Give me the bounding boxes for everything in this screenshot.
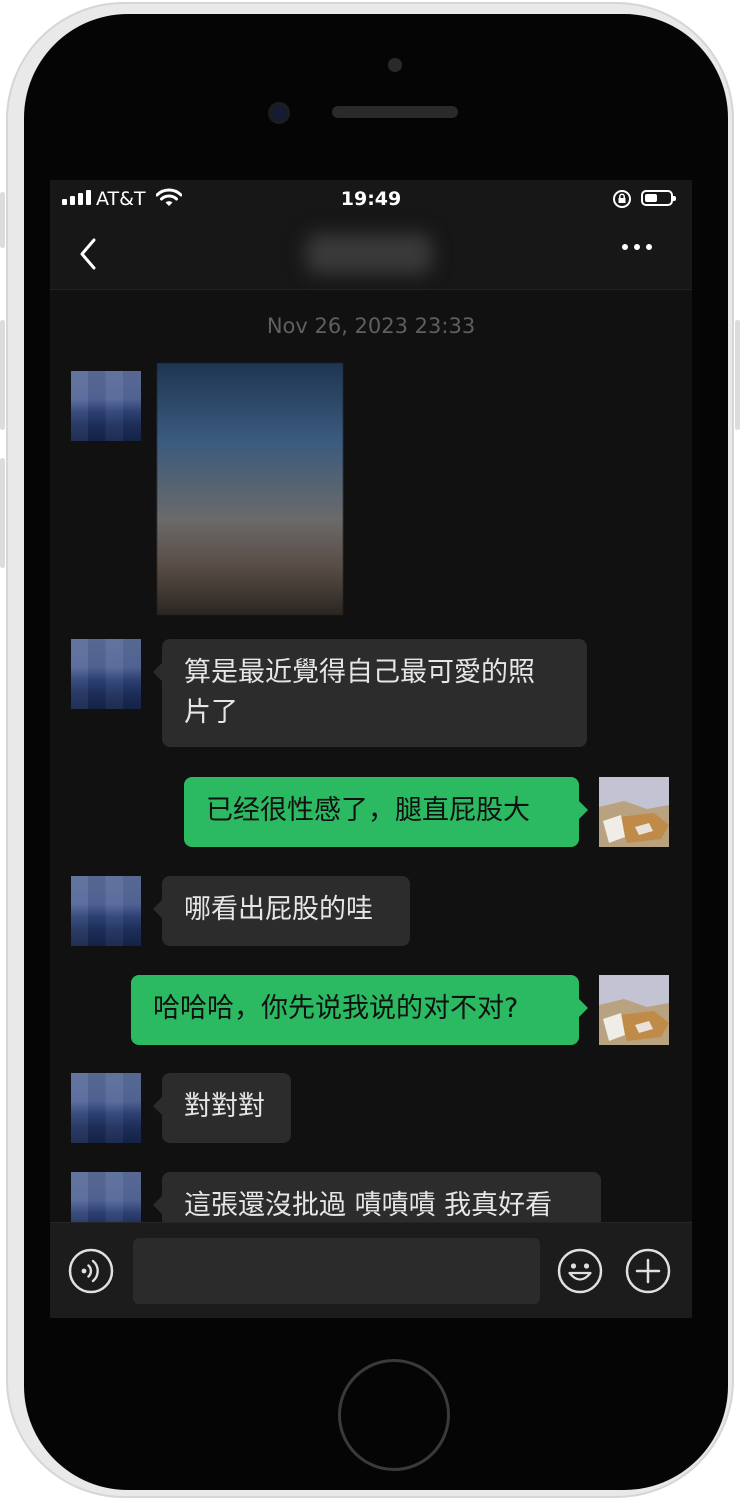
sent-message[interactable]: 已经很性感了，腿直屁股大 [184,777,579,847]
message-timestamp: Nov 26, 2023 23:33 [266,314,476,338]
status-bar: AT&T 19:49 [50,180,692,218]
message-list[interactable]: Nov 26, 2023 23:33 算是最近覺得自己最可愛的照 片了 已经很性… [50,290,692,1222]
sent-message[interactable]: 哈哈哈，你先说我说的对不对? [131,975,579,1045]
chevron-left-icon [80,238,96,270]
side-button-volume-down [0,458,5,568]
contact-name-blurred [306,234,432,274]
emoji-icon [557,1248,603,1294]
emoji-button[interactable] [557,1248,603,1294]
received-message[interactable]: 這張還沒批過 嘖嘖嘖 我真好看 [162,1172,601,1222]
back-button[interactable] [74,236,104,272]
bubble-tail [579,801,588,819]
side-button-volume-up [0,320,5,430]
proximity-sensor [388,58,402,72]
bubble-tail [153,663,162,681]
received-message[interactable]: 算是最近覺得自己最可愛的照 片了 [162,639,587,747]
more-dots-icon [622,244,628,250]
contact-avatar[interactable] [71,371,141,441]
side-button-power [735,320,740,430]
photo-message[interactable] [157,363,343,615]
side-button-mute [0,192,5,248]
more-button[interactable] [622,244,652,250]
message-input[interactable] [133,1238,540,1304]
home-button[interactable] [338,1359,450,1471]
earpiece-speaker [332,106,458,118]
nav-bar [50,218,692,290]
my-avatar[interactable] [599,777,669,847]
received-message[interactable]: 哪看出屁股的哇 [162,876,410,946]
plus-button[interactable] [625,1248,671,1294]
voice-icon [68,1248,114,1294]
contact-avatar[interactable] [71,639,141,709]
front-camera [268,102,290,124]
voice-button[interactable] [68,1248,114,1294]
plus-icon [625,1248,671,1294]
my-avatar[interactable] [599,975,669,1045]
bubble-tail [153,900,162,918]
status-time: 19:49 [340,188,402,210]
bubble-tail [579,999,588,1017]
bubble-tail [153,1097,162,1115]
contact-avatar[interactable] [71,1073,141,1143]
input-bar [50,1222,692,1318]
bubble-tail [153,1196,162,1214]
battery-icon [641,190,676,206]
contact-avatar[interactable] [71,876,141,946]
rotation-lock-icon [612,189,632,213]
chat-screen: AT&T 19:49 Nov 26, 2023 23:33 算是最近覺得自己最可… [50,180,692,1318]
contact-avatar[interactable] [71,1172,141,1222]
received-message[interactable]: 對對對 [162,1073,291,1143]
